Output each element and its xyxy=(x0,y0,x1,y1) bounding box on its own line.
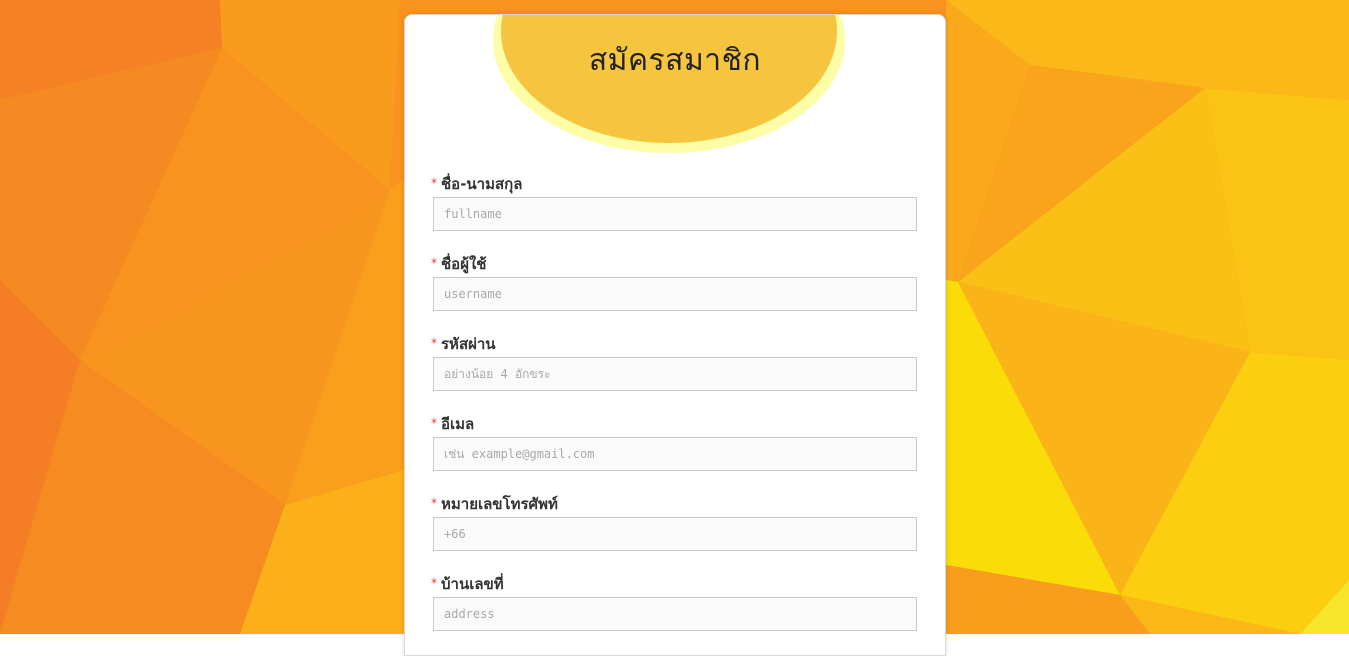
fullname-field: * ชื่อ-นามสกุล xyxy=(431,173,919,231)
address-input[interactable] xyxy=(433,597,917,631)
required-marker: * xyxy=(431,256,437,270)
password-input[interactable] xyxy=(433,357,917,391)
username-field: * ชื่อผู้ใช้ xyxy=(431,253,919,311)
fullname-label-row: * ชื่อ-นามสกุล xyxy=(431,173,919,195)
required-marker: * xyxy=(431,496,437,510)
page-title: สมัครสมาชิก xyxy=(588,43,762,78)
required-marker: * xyxy=(431,336,437,350)
email-input[interactable] xyxy=(433,437,917,471)
phone-field: * หมายเลขโทรศัพท์ xyxy=(431,493,919,551)
password-label-row: * รหัสผ่าน xyxy=(431,333,919,355)
email-label: อีเมล xyxy=(441,415,475,433)
fullname-input[interactable] xyxy=(433,197,917,231)
email-label-row: * อีเมล xyxy=(431,413,919,435)
required-marker: * xyxy=(431,416,437,430)
address-label: บ้านเลขที่ xyxy=(441,575,504,593)
address-label-row: * บ้านเลขที่ xyxy=(431,573,919,595)
password-field: * รหัสผ่าน xyxy=(431,333,919,391)
username-label: ชื่อผู้ใช้ xyxy=(441,255,487,273)
email-field: * อีเมล xyxy=(431,413,919,471)
password-label: รหัสผ่าน xyxy=(441,335,496,353)
registration-card: สมัครสมาชิก * ชื่อ-นามสกุล * ชื่อผู้ใช้ * ร… xyxy=(404,14,946,656)
username-input[interactable] xyxy=(433,277,917,311)
username-label-row: * ชื่อผู้ใช้ xyxy=(431,253,919,275)
fullname-label: ชื่อ-นามสกุล xyxy=(441,175,523,193)
address-field: * บ้านเลขที่ xyxy=(431,573,919,631)
required-marker: * xyxy=(431,576,437,590)
required-marker: * xyxy=(431,176,437,190)
phone-label: หมายเลขโทรศัพท์ xyxy=(441,495,558,513)
phone-input[interactable] xyxy=(433,517,917,551)
phone-label-row: * หมายเลขโทรศัพท์ xyxy=(431,493,919,515)
